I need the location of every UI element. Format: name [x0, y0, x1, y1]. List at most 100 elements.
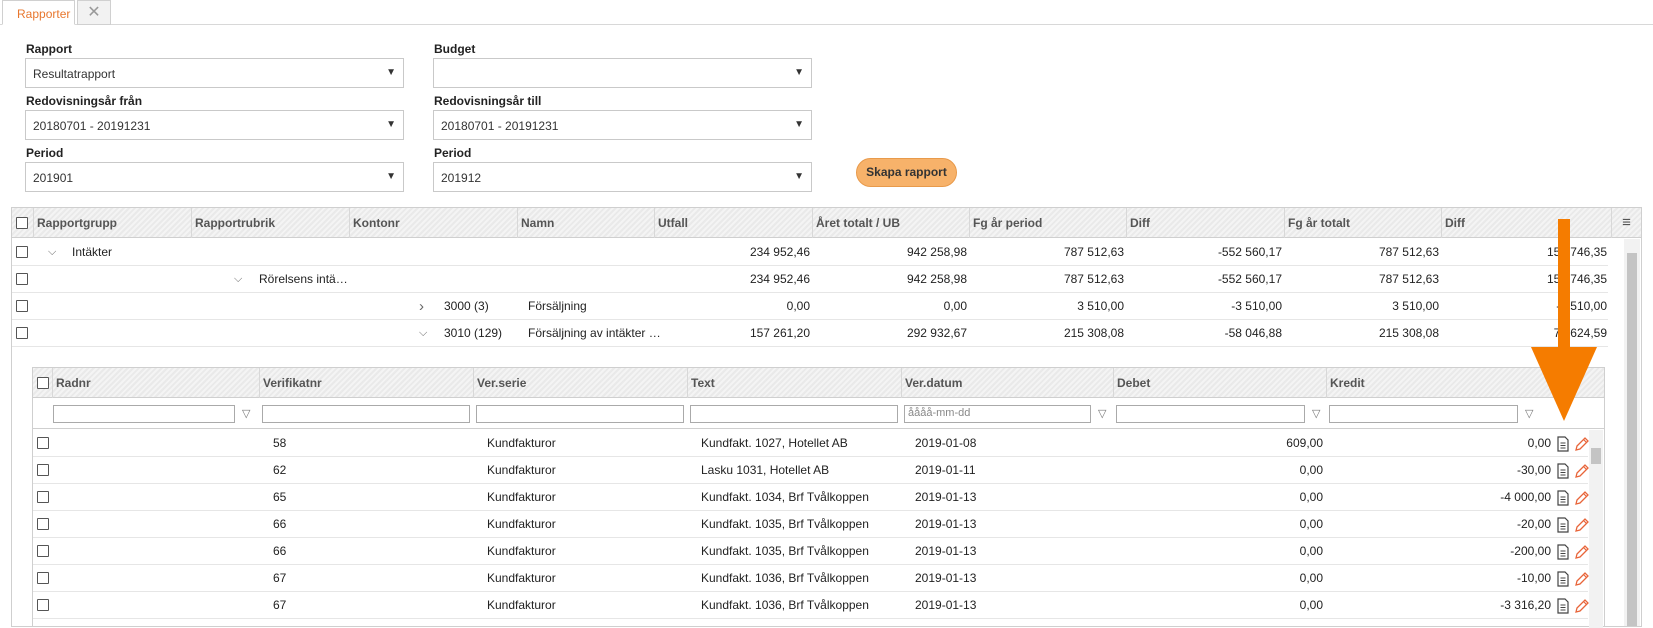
rapport-label: Rapport	[26, 42, 72, 56]
edit-pencil-icon[interactable]	[1574, 598, 1590, 614]
edit-pencil-icon[interactable]	[1574, 463, 1590, 479]
outer-scrollbar[interactable]	[1624, 239, 1640, 626]
inner-scrollbar[interactable]	[1589, 430, 1603, 628]
cell-diff1: -3 510,00	[1231, 299, 1282, 313]
edit-pencil-icon[interactable]	[1574, 517, 1590, 533]
document-icon[interactable]	[1555, 436, 1571, 452]
select-all-checkbox[interactable]	[37, 377, 49, 389]
period-to-select[interactable]: 201912 ▼	[433, 162, 812, 192]
cell-verifikatnr: 67	[273, 571, 287, 585]
document-icon[interactable]	[1555, 598, 1571, 614]
period-from-value: 201901	[33, 171, 74, 185]
col-text[interactable]: Text	[687, 368, 901, 398]
col-rapportgrupp[interactable]: Rapportgrupp	[33, 208, 191, 238]
create-report-button[interactable]: Skapa rapport	[856, 158, 957, 187]
filter-funnel-icon[interactable]: ▽	[242, 407, 250, 420]
document-icon[interactable]	[1555, 490, 1571, 506]
select-all-checkbox[interactable]	[16, 217, 28, 229]
row-checkbox[interactable]	[37, 572, 49, 584]
chevron-down-icon[interactable]: ⌵	[234, 266, 242, 293]
col-aret-totalt[interactable]: Året totalt / UB	[812, 208, 969, 238]
filter-ver-datum-input[interactable]: åååå-mm-dd	[904, 405, 1091, 423]
col-fg-ar-period[interactable]: Fg år period	[969, 208, 1126, 238]
cell-kredit: -10,00	[1516, 571, 1551, 585]
cell-utfall: 234 952,46	[749, 272, 810, 286]
chevron-down-icon[interactable]: ⌵	[419, 320, 427, 347]
year-from-select[interactable]: 20180701 - 20191231 ▼	[25, 110, 404, 140]
chevron-right-icon[interactable]: ›	[419, 293, 424, 320]
col-utfall[interactable]: Utfall	[654, 208, 812, 238]
detail-row[interactable]: 67 Kundfakturor Kundfakt. 1036, Brf Tvål…	[33, 592, 1590, 619]
period-to-value: 201912	[441, 171, 482, 185]
row-checkbox[interactable]	[37, 464, 49, 476]
row-checkbox[interactable]	[16, 300, 28, 312]
col-debet[interactable]: Debet	[1113, 368, 1326, 398]
report-row[interactable]: ⌵ Intäkter 234 952,46 942 258,98 787 512…	[12, 239, 1608, 266]
column-menu-icon[interactable]: ≡	[1611, 208, 1641, 238]
detail-row[interactable]: 66 Kundfakturor Kundfakt. 1035, Brf Tvål…	[33, 538, 1590, 565]
col-ver-serie[interactable]: Ver.serie	[473, 368, 687, 398]
cell-debet: 0,00	[1299, 463, 1323, 477]
detail-row[interactable]: 62 Kundfakturor Lasku 1031, Hotellet AB …	[33, 457, 1590, 484]
row-checkbox[interactable]	[37, 518, 49, 530]
filter-verifikatnr-input[interactable]	[262, 405, 470, 423]
row-checkbox[interactable]	[16, 246, 28, 258]
col-rapportrubrik[interactable]: Rapportrubrik	[191, 208, 349, 238]
rapport-select[interactable]: Resultatrapport ▼	[25, 58, 404, 88]
edit-pencil-icon[interactable]	[1574, 436, 1590, 452]
document-icon[interactable]	[1555, 544, 1571, 560]
detail-row[interactable]: 66 Kundfakturor Kundfakt. 1035, Brf Tvål…	[33, 511, 1590, 538]
row-checkbox[interactable]	[16, 273, 28, 285]
filter-debet-input[interactable]	[1116, 405, 1305, 423]
year-to-select[interactable]: 20180701 - 20191231 ▼	[433, 110, 812, 140]
period-from-select[interactable]: 201901 ▼	[25, 162, 404, 192]
tab-bar: Rapporter ✕	[0, 0, 1653, 25]
report-row[interactable]: › 3000 (3) Försäljning 0,00 0,00 3 510,0…	[12, 293, 1608, 320]
row-checkbox[interactable]	[37, 599, 49, 611]
filter-kredit-input[interactable]	[1329, 405, 1518, 423]
chevron-down-icon[interactable]: ⌵	[48, 239, 56, 266]
budget-select[interactable]: ▼	[433, 58, 812, 88]
col-radnr[interactable]: Radnr	[52, 368, 259, 398]
filter-radnr-input[interactable]	[53, 405, 235, 423]
inner-scrollbar-thumb[interactable]	[1591, 448, 1601, 464]
detail-row[interactable]: 65 Kundfakturor Kundfakt. 1034, Brf Tvål…	[33, 484, 1590, 511]
col-namn[interactable]: Namn	[517, 208, 654, 238]
report-row[interactable]: ⌵ 3010 (129) Försäljning av intäkter … 1…	[12, 320, 1608, 347]
col-ver-datum[interactable]: Ver.datum	[901, 368, 1113, 398]
col-kredit[interactable]: Kredit	[1326, 368, 1555, 398]
cell-fg-period: 3 510,00	[1077, 299, 1124, 313]
col-diff-1[interactable]: Diff	[1126, 208, 1284, 238]
tab-rapporter[interactable]: Rapporter	[2, 0, 75, 25]
col-fg-ar-totalt[interactable]: Fg år totalt	[1284, 208, 1441, 238]
row-checkbox[interactable]	[16, 327, 28, 339]
filter-funnel-icon[interactable]: ▽	[1098, 407, 1106, 420]
col-verifikatnr[interactable]: Verifikatnr	[259, 368, 473, 398]
cell-debet: 0,00	[1299, 598, 1323, 612]
cell-text: Kundfakt. 1035, Brf Tvålkoppen	[701, 517, 869, 531]
cell-text: Lasku 1031, Hotellet AB	[701, 463, 830, 477]
document-icon[interactable]	[1555, 463, 1571, 479]
filter-ver-serie-input[interactable]	[476, 405, 684, 423]
year-to-label: Redovisningsår till	[434, 94, 542, 108]
cell-ver-serie: Kundfakturor	[487, 571, 556, 585]
row-checkbox[interactable]	[37, 491, 49, 503]
report-row[interactable]: ⌵ Rörelsens intä… 234 952,46 942 258,98 …	[12, 266, 1608, 293]
document-icon[interactable]	[1555, 517, 1571, 533]
edit-pencil-icon[interactable]	[1574, 544, 1590, 560]
cell-diff1: -552 560,17	[1217, 272, 1282, 286]
filter-text-input[interactable]	[690, 405, 898, 423]
row-checkbox[interactable]	[37, 545, 49, 557]
cell-verifikatnr: 67	[273, 598, 287, 612]
detail-row[interactable]: 67 Kundfakturor Kundfakt. 1036, Brf Tvål…	[33, 565, 1590, 592]
close-tab-icon[interactable]: ✕	[77, 0, 111, 25]
outer-scrollbar-thumb[interactable]	[1627, 253, 1637, 626]
filter-funnel-icon[interactable]: ▽	[1312, 407, 1320, 420]
edit-pencil-icon[interactable]	[1574, 571, 1590, 587]
edit-pencil-icon[interactable]	[1574, 490, 1590, 506]
document-icon[interactable]	[1555, 571, 1571, 587]
row-checkbox[interactable]	[37, 437, 49, 449]
cell-diff1: -58 046,88	[1224, 326, 1282, 340]
detail-row[interactable]: 58 Kundfakturor Kundfakt. 1027, Hotellet…	[33, 430, 1590, 457]
col-kontonr[interactable]: Kontonr	[349, 208, 517, 238]
